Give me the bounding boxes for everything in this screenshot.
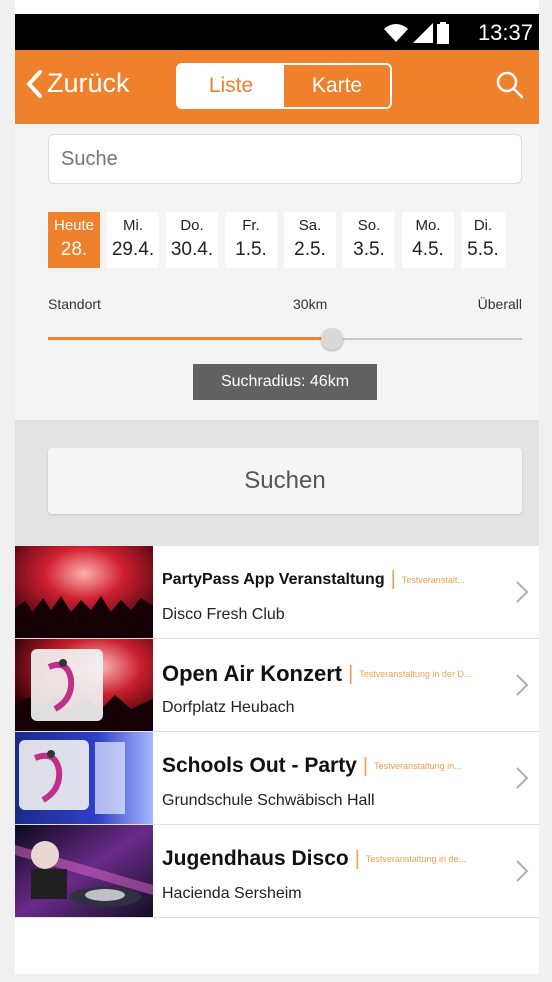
event-title-line: Jugendhaus Disco | Testveranstaltung in de… xyxy=(162,847,502,871)
search-button[interactable] xyxy=(495,70,525,105)
search-submit-button[interactable]: Suchen xyxy=(48,448,522,514)
day-date: 28. xyxy=(60,239,88,260)
event-title: Schools Out - Party xyxy=(162,754,357,777)
event-title-line: PartyPass App Veranstaltung | Testveransta… xyxy=(162,568,502,591)
back-button[interactable]: Zurück xyxy=(25,68,130,99)
radius-tooltip: Suchradius: 46km xyxy=(193,364,377,400)
tab-list[interactable]: Liste xyxy=(178,65,284,107)
day-6[interactable]: Mo. 4.5. xyxy=(402,212,454,268)
day-date: 30.4. xyxy=(170,239,214,260)
event-location: Disco Fresh Club xyxy=(162,606,285,623)
radius-label-min: Standort xyxy=(48,296,101,312)
back-label: Zurück xyxy=(47,68,130,98)
view-toggle: Liste Karte xyxy=(176,63,392,109)
event-title: PartyPass App Veranstaltung xyxy=(162,570,385,588)
day-name: Sa. xyxy=(298,217,322,234)
day-5[interactable]: So. 3.5. xyxy=(343,212,395,268)
search-icon xyxy=(496,71,524,99)
day-name: So. xyxy=(357,217,381,234)
slider-thumb[interactable] xyxy=(321,328,343,350)
day-name: Mi. xyxy=(123,217,143,234)
wifi-icon xyxy=(384,24,408,42)
day-name: Fr. xyxy=(242,217,260,234)
event-subtitle: Testveranstaltung in de... xyxy=(365,854,466,864)
day-date: 29.4. xyxy=(111,239,155,260)
day-name: Do. xyxy=(180,217,204,234)
event-title-line: Open Air Konzert | Testveranstaltung in de… xyxy=(162,661,502,687)
day-7[interactable]: Di. 5.5. xyxy=(461,212,505,268)
stage-logo-image xyxy=(15,732,153,824)
radius-label-max: Überall xyxy=(477,296,522,312)
event-subtitle: Testveranstaltung in der D... xyxy=(359,669,472,679)
date-selector: Heute 28. Mi. 29.4. Do. 30.4. Fr. 1.5. Sa. 2.5. So… xyxy=(48,212,522,268)
title-separator: | xyxy=(348,662,354,685)
frame-top xyxy=(0,0,552,14)
day-3[interactable]: Fr. 1.5. xyxy=(225,212,277,268)
event-title: Open Air Konzert xyxy=(162,661,343,686)
event-subtitle: Testveranstalt... xyxy=(401,574,465,585)
day-date: 2.5. xyxy=(294,239,326,260)
filter-panel: Heute 28. Mi. 29.4. Do. 30.4. Fr. 1.5. Sa. 2.5. So… xyxy=(15,124,539,420)
status-bar: 13:37 xyxy=(15,14,539,50)
event-row[interactable]: PartyPass App Veranstaltung | Testveransta… xyxy=(15,546,539,639)
day-2[interactable]: Do. 30.4. xyxy=(166,212,218,268)
frame-bottom xyxy=(0,974,552,982)
chevron-left-icon xyxy=(26,69,42,98)
day-date: 4.5. xyxy=(412,239,444,260)
event-title: Jugendhaus Disco xyxy=(162,847,349,870)
day-1[interactable]: Mi. 29.4. xyxy=(107,212,159,268)
event-location: Grundschule Schwäbisch Hall xyxy=(162,792,375,809)
status-time: 13:37 xyxy=(477,20,533,45)
signal-icon xyxy=(413,23,433,43)
title-separator: | xyxy=(362,754,369,777)
day-4[interactable]: Sa. 2.5. xyxy=(284,212,336,268)
day-name: Heute xyxy=(53,217,95,234)
event-title-line: Schools Out - Party | Testveranstaltung in… xyxy=(162,754,502,778)
search-input[interactable] xyxy=(48,134,522,184)
frame-left xyxy=(0,0,15,982)
concert-crowd-image xyxy=(15,546,153,638)
chevron-right-icon xyxy=(515,673,529,702)
frame-right xyxy=(539,0,552,982)
chevron-right-icon xyxy=(515,766,529,795)
day-date: 3.5. xyxy=(353,239,385,260)
event-list: PartyPass App Veranstaltung | Testveransta… xyxy=(15,546,539,918)
slider-fill xyxy=(48,337,332,340)
title-separator: | xyxy=(390,568,396,590)
tab-map[interactable]: Karte xyxy=(284,65,390,107)
day-date: 1.5. xyxy=(235,239,267,260)
radius-labels: Standort 30km Überall xyxy=(48,296,522,316)
app-screen: 13:37 Zurück Liste Karte Heute 28. Mi. 29.4… xyxy=(15,14,539,974)
concert-logo-image xyxy=(15,639,153,731)
day-0[interactable]: Heute 28. xyxy=(48,212,100,268)
chevron-right-icon xyxy=(515,859,529,888)
event-location: Hacienda Sersheim xyxy=(162,885,302,902)
nav-bar: Zurück Liste Karte xyxy=(15,50,539,124)
day-name: Di. xyxy=(473,217,493,234)
dj-image xyxy=(15,825,153,917)
day-date: 5.5. xyxy=(467,239,499,260)
radius-label-mid: 30km xyxy=(293,296,328,312)
event-row[interactable]: Schools Out - Party | Testveranstaltung in… xyxy=(15,732,539,825)
radius-slider[interactable] xyxy=(48,327,522,351)
battery-icon xyxy=(437,22,449,44)
title-separator: | xyxy=(354,847,360,870)
event-subtitle: Testveranstaltung in... xyxy=(374,761,462,771)
event-row[interactable]: Open Air Konzert | Testveranstaltung in de… xyxy=(15,639,539,732)
day-name: Mo. xyxy=(415,217,441,234)
device-frame: 13:37 Zurück Liste Karte Heute 28. Mi. 29.4… xyxy=(0,0,552,982)
status-icons xyxy=(383,22,449,44)
event-row[interactable]: Jugendhaus Disco | Testveranstaltung in de… xyxy=(15,825,539,918)
chevron-right-icon xyxy=(515,580,529,609)
event-location: Dorfplatz Heubach xyxy=(162,699,295,716)
